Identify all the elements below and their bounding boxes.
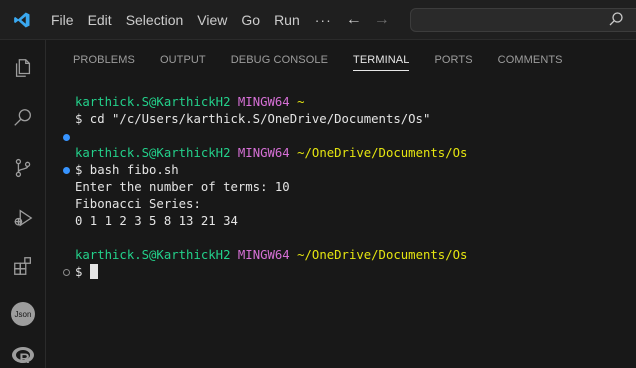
tab-comments[interactable]: COMMENTS: [498, 40, 563, 80]
extensions-icon[interactable]: [0, 246, 46, 286]
menu-file[interactable]: File: [44, 0, 81, 40]
menu-selection[interactable]: Selection: [119, 0, 191, 40]
command-line-3: $: [75, 264, 98, 281]
tab-problems[interactable]: PROBLEMS: [73, 40, 135, 80]
terminal-cursor: [89, 264, 98, 279]
command-center-search[interactable]: [410, 8, 636, 32]
shell-name: MINGW64: [237, 95, 290, 109]
json-icon[interactable]: Json: [0, 294, 46, 334]
shell-name: MINGW64: [237, 248, 290, 262]
shell-name: MINGW64: [237, 146, 290, 160]
menu-view[interactable]: View: [190, 0, 234, 40]
command-line-2: $ bash fibo.sh: [75, 163, 179, 177]
forward-arrow-icon[interactable]: →: [368, 11, 396, 29]
tab-output[interactable]: OUTPUT: [160, 40, 206, 80]
r-icon[interactable]: R: [0, 336, 46, 368]
panel-tabs: PROBLEMS OUTPUT DEBUG CONSOLE TERMINAL P…: [47, 40, 588, 80]
user-host: karthick.S@KarthickH2: [75, 146, 231, 160]
run-debug-icon[interactable]: [0, 198, 46, 238]
user-host: karthick.S@KarthickH2: [75, 95, 231, 109]
menu-bar: File Edit Selection View Go Run ··· ← →: [44, 0, 396, 40]
vscode-logo-icon[interactable]: [0, 0, 44, 40]
svg-text:Json: Json: [15, 310, 32, 319]
search-icon[interactable]: [608, 11, 626, 29]
output-line: 0 1 1 2 3 5 8 13 21 34: [75, 214, 238, 228]
menu-go[interactable]: Go: [234, 0, 267, 40]
explorer-icon[interactable]: [0, 48, 46, 88]
output-line: Enter the number of terms: 10: [75, 180, 290, 194]
prompt-line-2: karthick.S@KarthickH2 MINGW64 ~/OneDrive…: [75, 145, 467, 162]
tab-ports[interactable]: PORTS: [434, 40, 472, 80]
menu-edit[interactable]: Edit: [81, 0, 119, 40]
prompt-line-1: karthick.S@KarthickH2 MINGW64 ~: [75, 94, 305, 111]
back-arrow-icon[interactable]: ←: [340, 11, 368, 29]
menu-run[interactable]: Run: [267, 0, 307, 40]
search-icon[interactable]: [0, 98, 46, 138]
activity-bar: Json R: [0, 40, 46, 368]
user-host: karthick.S@KarthickH2: [75, 248, 231, 262]
tab-terminal[interactable]: TERMINAL: [353, 40, 410, 80]
command-success-icon[interactable]: [63, 134, 70, 141]
command-line-1: $ cd "/c/Users/karthick.S/OneDrive/Docum…: [75, 112, 431, 126]
more-menu-icon[interactable]: ···: [307, 12, 340, 28]
panel: PROBLEMS OUTPUT DEBUG CONSOLE TERMINAL P…: [47, 40, 636, 368]
source-control-icon[interactable]: [0, 148, 46, 188]
prompt-path: ~/OneDrive/Documents/Os: [297, 146, 468, 160]
tab-debug-console[interactable]: DEBUG CONSOLE: [231, 40, 328, 80]
prompt-path: ~: [297, 95, 305, 109]
output-line: Fibonacci Series:: [75, 197, 201, 211]
prompt-line-3: karthick.S@KarthickH2 MINGW64 ~/OneDrive…: [75, 247, 467, 264]
prompt-symbol: $: [75, 265, 90, 279]
title-bar: File Edit Selection View Go Run ··· ← →: [0, 0, 636, 40]
prompt-path: ~/OneDrive/Documents/Os: [297, 248, 468, 262]
command-pending-icon[interactable]: [63, 269, 70, 276]
svg-text:R: R: [19, 350, 29, 366]
command-success-icon[interactable]: [63, 167, 70, 174]
